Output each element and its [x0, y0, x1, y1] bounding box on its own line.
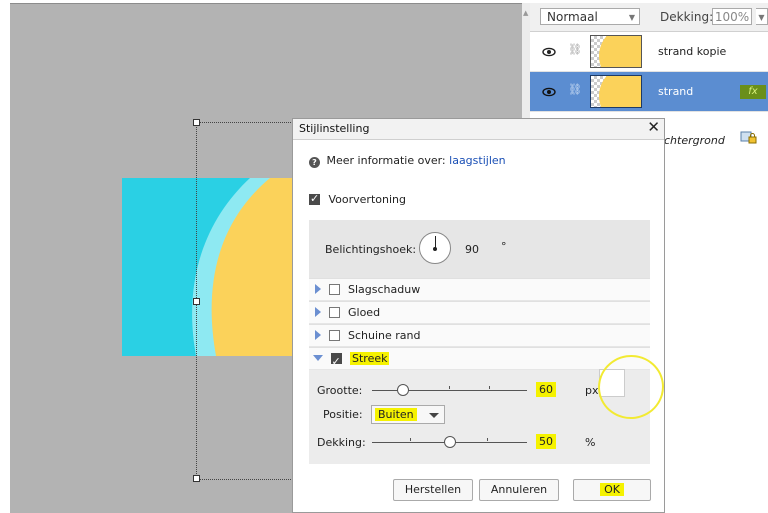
stroke-opacity-unit: % [585, 436, 596, 449]
style-settings-dialog: Stijlinstelling ✕ ? Meer informatie over… [292, 118, 665, 513]
preview-label: Voorvertoning [328, 193, 406, 206]
stroke-checkbox[interactable] [330, 351, 342, 373]
stroke-size-slider-knob[interactable] [397, 384, 409, 396]
option-stroke[interactable]: Streek [309, 347, 650, 373]
option-bevel[interactable]: Schuine rand [309, 324, 650, 346]
layer-name: strand [658, 85, 694, 98]
close-icon[interactable]: ✕ [647, 118, 660, 136]
stroke-opacity-value[interactable]: 50 [536, 434, 556, 449]
option-glow[interactable]: Gloed [309, 301, 650, 323]
layer-name: strand kopie [658, 45, 727, 58]
option-label: Slagschaduw [348, 283, 421, 296]
link-icon[interactable]: ⛓ [568, 43, 582, 56]
style-options-group: Belichtingshoek: 90 ° Slagschaduw Gloed … [309, 220, 650, 464]
layer-thumbnail [590, 75, 642, 108]
info-prefix: Meer informatie over: [326, 154, 446, 167]
layer-thumbnail [590, 35, 642, 68]
transform-handle-top-left[interactable] [193, 119, 200, 126]
caret-down-icon [429, 413, 439, 418]
transform-handle-middle-left[interactable] [193, 298, 200, 305]
option-drop-shadow[interactable]: Slagschaduw [309, 278, 650, 300]
ok-button[interactable]: OK [573, 479, 651, 501]
layer-opacity-input[interactable]: 100% [712, 8, 752, 25]
canvas-top-edge [10, 3, 522, 4]
eye-icon[interactable] [542, 45, 556, 59]
stroke-position-select[interactable]: Buiten [371, 405, 445, 424]
layer-opacity-label: Dekking: [660, 10, 714, 24]
layer-opacity-dropdown[interactable]: ▼ [756, 8, 768, 25]
reset-button[interactable]: Herstellen [393, 479, 473, 501]
blend-mode-value: Normaal [547, 10, 598, 24]
help-icon: ? [309, 157, 320, 168]
layer-name-background[interactable]: chtergrond [664, 134, 725, 147]
link-icon[interactable]: ⛓ [568, 83, 582, 96]
layer-row-strand[interactable]: ⛓ strand fx [530, 72, 768, 112]
stroke-size-label: Grootte: [317, 384, 363, 397]
stroke-size-value[interactable]: 60 [536, 382, 556, 397]
option-label: Streek [350, 352, 390, 365]
stroke-position-value: Buiten [375, 408, 417, 421]
collapse-arrow-icon[interactable] [313, 355, 323, 361]
cancel-button[interactable]: Annuleren [479, 479, 559, 501]
chevron-down-icon: ▼ [628, 13, 635, 22]
angle-unit: ° [501, 240, 507, 253]
expand-arrow-icon[interactable] [315, 307, 321, 317]
layer-row-strand-kopie[interactable]: ⛓ strand kopie [530, 32, 768, 72]
layer-styles-link[interactable]: laagstijlen [449, 154, 505, 167]
expand-arrow-icon[interactable] [315, 284, 321, 294]
info-row: ? Meer informatie over: laagstijlen [309, 154, 506, 168]
dialog-title: Stijlinstelling [299, 122, 370, 135]
dialog-title-bar[interactable]: Stijlinstelling ✕ [293, 118, 664, 140]
stroke-opacity-label: Dekking: [317, 436, 366, 449]
lighting-angle-value[interactable]: 90 [465, 243, 479, 256]
option-label: Schuine rand [348, 329, 421, 342]
lock-icon[interactable] [740, 131, 758, 145]
stroke-size-unit: px [585, 384, 599, 397]
stroke-opacity-slider-knob[interactable] [443, 436, 456, 448]
fx-badge[interactable]: fx [740, 85, 766, 99]
bevel-checkbox[interactable] [328, 330, 340, 341]
stroke-position-label: Positie: [323, 408, 363, 421]
option-label: Gloed [348, 306, 381, 319]
cancel-button-label: Annuleren [490, 483, 548, 496]
layers-panel-header: Normaal ▼ Dekking: 100% ▼ [530, 3, 768, 32]
blend-mode-select[interactable]: Normaal ▼ [540, 8, 640, 25]
glow-checkbox[interactable] [328, 307, 340, 318]
lighting-angle-dial[interactable] [419, 232, 451, 264]
drop-shadow-checkbox[interactable] [328, 284, 340, 295]
ok-button-label: OK [600, 483, 624, 496]
scroll-up-icon[interactable]: ▲ [523, 9, 528, 17]
transform-handle-bottom-left[interactable] [193, 475, 200, 482]
lighting-angle-label: Belichtingshoek: [325, 243, 417, 256]
preview-checkbox[interactable] [309, 192, 320, 205]
expand-arrow-icon[interactable] [315, 330, 321, 340]
eye-icon[interactable] [542, 85, 556, 99]
preview-checkbox-row[interactable]: Voorvertoning [309, 192, 406, 206]
